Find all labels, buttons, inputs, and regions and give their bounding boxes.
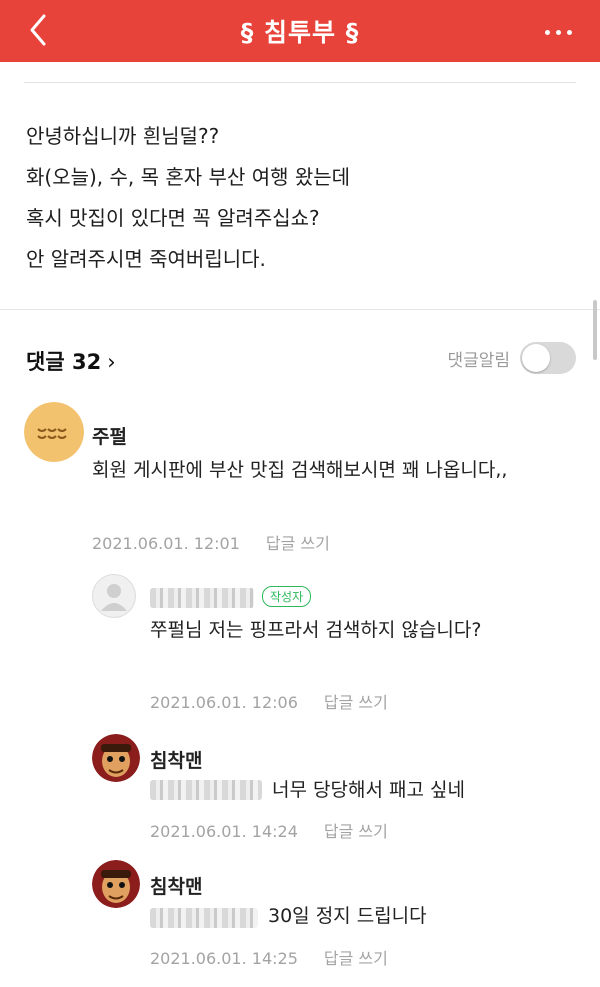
app-bar: § 침투부 § [0,0,600,62]
comment-date: 2021.06.01. 14:24 [150,822,298,841]
comment-notify-toggle[interactable] [520,342,576,374]
author-badge: 작성자 [262,586,312,607]
comment-notify-label: 댓글알림 [447,350,510,371]
reply-button[interactable]: 답글 쓰기 [266,534,330,553]
redacted-mention [150,908,258,928]
divider [24,82,576,83]
more-button[interactable] [542,20,582,40]
comment-notify: 댓글알림 [447,342,576,374]
comment-meta: 2021.06.01. 14:24 답글 쓰기 [150,818,388,842]
avatar[interactable] [92,734,140,782]
comment-date: 2021.06.01. 12:01 [92,534,240,553]
post-line: 안 알려주시면 죽여버립니다. [26,247,266,271]
comment-meta: 2021.06.01. 14:25 답글 쓰기 [150,945,388,969]
post-line: 화(오늘), 수, 목 혼자 부산 여행 왔는데 [26,165,351,189]
more-horizontal-icon [545,30,550,35]
comment-text: 30일 정지 드립니다 [268,905,427,927]
reply-button[interactable]: 답글 쓰기 [324,949,388,968]
comment-meta: 2021.06.01. 12:01 답글 쓰기 [92,530,330,554]
comment-author[interactable]: 주펄 [92,422,127,449]
redacted-mention [150,780,262,800]
avatar[interactable] [92,860,140,908]
redacted-author-name [150,588,254,608]
comment-text: 회원 게시판에 부산 맛집 검색해보시면 꽤 나옵니다,, [92,459,508,481]
comment-text: 너무 당당해서 패고 싶네 [272,779,465,801]
comment-count-label: 댓글 32 [26,350,102,374]
comment-date: 2021.06.01. 12:06 [150,693,298,712]
comment-date: 2021.06.01. 14:25 [150,949,298,968]
post-body: 안녕하십니까 흰님덜?? 화(오늘), 수, 목 혼자 부산 여행 왔는데 혹시… [26,116,576,280]
post-line: 안녕하십니까 흰님덜?? [26,124,220,148]
avatar[interactable] [24,402,84,462]
avatar[interactable] [92,574,136,618]
comment-text: 쭈펄님 저는 핑프라서 검색하지 않습니다? [150,619,482,641]
comment-count-link[interactable]: 댓글 32 › [26,346,116,376]
divider [0,309,600,310]
comment-meta: 2021.06.01. 12:06 답글 쓰기 [150,689,388,713]
default-user-icon [101,584,127,611]
reply-button[interactable]: 답글 쓰기 [324,693,388,712]
sleepy-face-icon [24,402,84,462]
caricature-avatar-icon [92,734,140,782]
comment-author[interactable]: 침착맨 [150,746,202,773]
scrollbar[interactable] [593,300,597,360]
toggle-knob [522,344,550,372]
comment-author[interactable]: 침착맨 [150,872,202,899]
chevron-right-icon: › [107,350,116,374]
post-line: 혹시 맛집이 있다면 꼭 알려주십쇼? [26,206,320,230]
caricature-avatar-icon [92,860,140,908]
reply-button[interactable]: 답글 쓰기 [324,822,388,841]
page-title: § 침투부 § [240,18,360,47]
